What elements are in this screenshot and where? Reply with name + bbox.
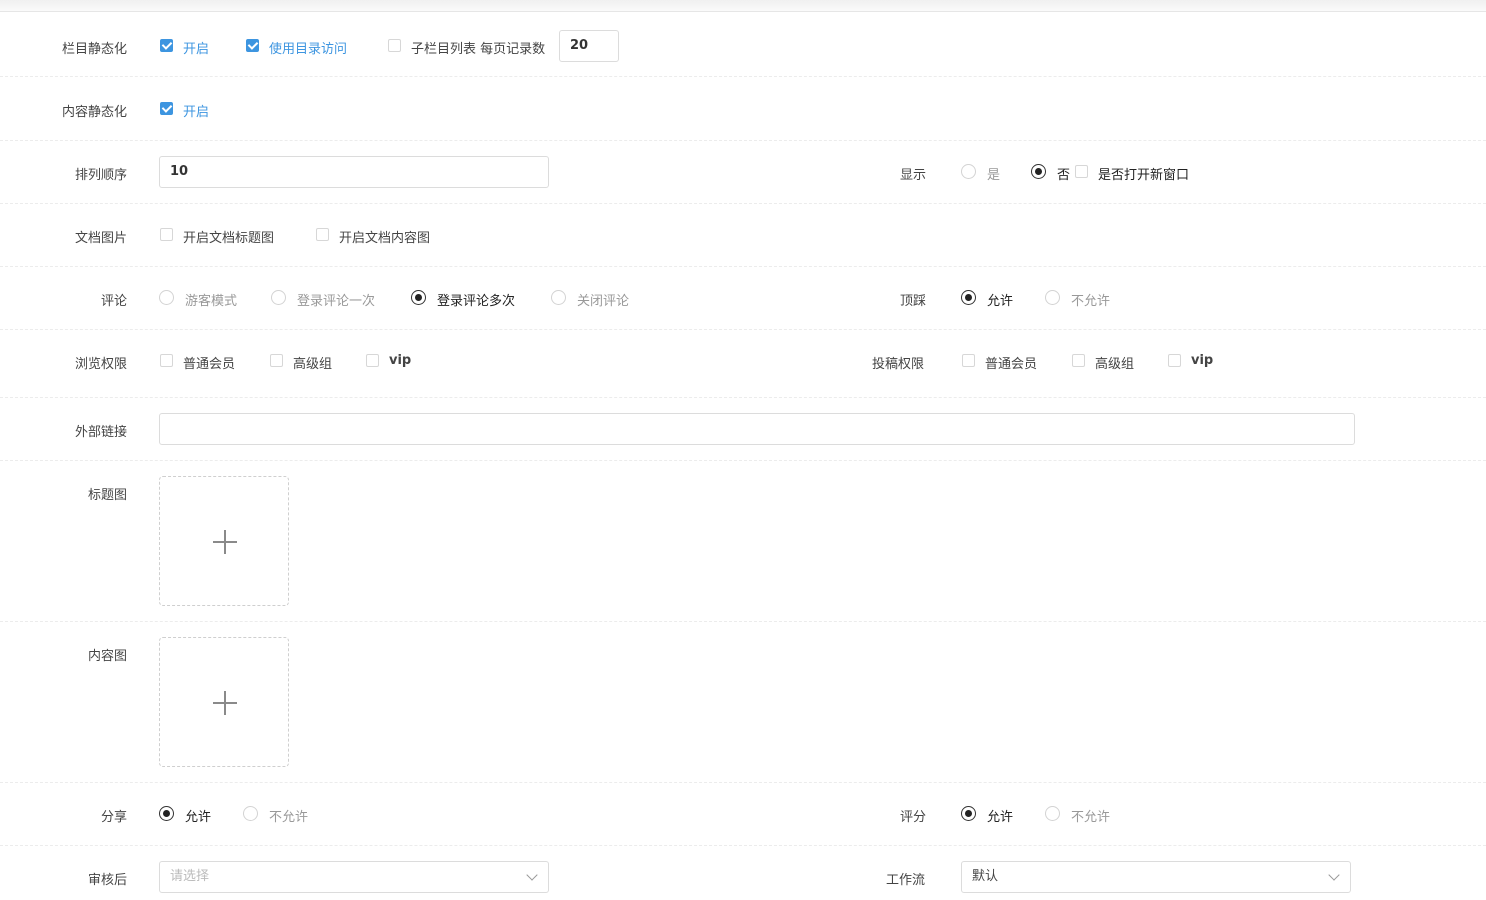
display-label: 显示 [900,168,927,183]
comment-once-label[interactable]: 登录评论一次 [297,290,375,309]
vote-allow-label[interactable]: 允许 [987,290,1013,309]
submit-senior-label[interactable]: 高级组 [1095,353,1134,372]
display-yes-radio[interactable] [961,164,976,179]
comment-multi-label[interactable]: 登录评论多次 [437,290,515,309]
plus-icon [213,530,237,554]
submit-normal-label[interactable]: 普通会员 [985,353,1037,372]
share-label: 分享 [100,810,127,825]
vote-deny-label[interactable]: 不允许 [1071,290,1110,309]
vote-deny-radio[interactable] [1045,290,1060,305]
content-static-open-label[interactable]: 开启 [183,101,209,120]
share-allow-label[interactable]: 允许 [185,806,211,825]
browse-vip-label[interactable]: vip [389,353,411,368]
doc-title-image-checkbox[interactable] [160,228,173,241]
share-deny-label[interactable]: 不允许 [269,806,308,825]
chevron-down-icon [1328,869,1340,881]
title-pic-upload[interactable] [159,476,289,606]
submit-senior-checkbox[interactable] [1072,354,1085,367]
sort-order-input[interactable]: 10 [159,156,549,188]
title-pic-label: 标题图 [87,488,127,503]
share-deny-radio[interactable] [243,806,258,821]
after-review-label: 审核后 [87,873,127,888]
row-sort-display: 排列顺序 10 显示 是 否 是否打开新窗口 [0,141,1486,204]
row-content-static: 内容静态化 开启 [0,77,1486,141]
row-external-link: 外部链接 [0,398,1486,461]
content-static-label: 内容静态化 [61,105,127,120]
workflow-label: 工作流 [886,873,926,888]
row-share-rating: 分享 允许 不允许 评分 允许 不允许 [0,783,1486,846]
browse-vip-checkbox[interactable] [366,354,379,367]
submit-vip-checkbox[interactable] [1168,354,1181,367]
browse-senior-checkbox[interactable] [270,354,283,367]
new-window-label[interactable]: 是否打开新窗口 [1098,164,1189,183]
rating-deny-label[interactable]: 不允许 [1071,806,1110,825]
display-yes-label[interactable]: 是 [987,164,1000,183]
rating-allow-radio[interactable] [961,806,976,821]
plus-icon [213,691,237,715]
rating-allow-label[interactable]: 允许 [987,806,1013,825]
rating-deny-radio[interactable] [1045,806,1060,821]
submit-vip-label[interactable]: vip [1191,353,1213,368]
row-title-pic: 标题图 [0,461,1486,622]
per-page-input[interactable]: 20 [559,30,619,62]
row-column-static: 栏目静态化 开启 使用目录访问 子栏目列表 每页记录数 20 [0,13,1486,77]
browse-normal-label[interactable]: 普通会员 [183,353,235,372]
comment-closed-label[interactable]: 关闭评论 [577,290,629,309]
doc-content-image-checkbox[interactable] [316,228,329,241]
after-review-select[interactable]: 请选择 [159,861,549,893]
display-no-label[interactable]: 否 [1057,164,1070,183]
workflow-value: 默认 [972,869,999,884]
row-permissions: 浏览权限 普通会员 高级组 vip 投稿权限 普通会员 高级组 vip [0,330,1486,398]
submit-normal-checkbox[interactable] [962,354,975,367]
sub-list-checkbox[interactable] [388,39,401,52]
top-shadow-bar [0,0,1486,12]
comment-closed-radio[interactable] [551,290,566,305]
submit-perm-label: 投稿权限 [872,357,925,372]
row-comment-vote: 评论 游客模式 登录评论一次 登录评论多次 关闭评论 顶踩 允许 不允许 [0,267,1486,330]
share-allow-radio[interactable] [159,806,174,821]
column-static-open-checkbox[interactable] [160,39,173,52]
rating-label: 评分 [900,810,927,825]
dir-access-label[interactable]: 使用目录访问 [269,38,347,57]
row-doc-image: 文档图片 开启文档标题图 开启文档内容图 [0,204,1486,267]
sub-list-label[interactable]: 子栏目列表 每页记录数 [411,38,545,57]
comment-guest-label[interactable]: 游客模式 [185,290,237,309]
browse-senior-label[interactable]: 高级组 [293,353,332,372]
row-review-workflow: 审核后 请选择 工作流 默认 [0,846,1486,900]
after-review-placeholder: 请选择 [170,869,210,884]
column-static-label: 栏目静态化 [61,42,127,57]
comment-label: 评论 [100,294,127,309]
sort-order-label: 排列顺序 [74,168,127,183]
comment-guest-radio[interactable] [159,290,174,305]
vote-label: 顶踩 [900,294,927,309]
doc-title-image-label[interactable]: 开启文档标题图 [183,227,274,246]
content-static-open-checkbox[interactable] [160,102,173,115]
content-pic-upload[interactable] [159,637,289,767]
browse-perm-label: 浏览权限 [74,357,127,372]
column-static-open-label[interactable]: 开启 [183,38,209,57]
chevron-down-icon [526,869,538,881]
workflow-select[interactable]: 默认 [961,861,1351,893]
doc-image-label: 文档图片 [74,231,127,246]
comment-multi-radio[interactable] [411,290,426,305]
vote-allow-radio[interactable] [961,290,976,305]
content-pic-label: 内容图 [87,649,127,664]
new-window-checkbox[interactable] [1075,165,1088,178]
display-no-radio[interactable] [1031,164,1046,179]
row-content-pic: 内容图 [0,622,1486,783]
external-link-label: 外部链接 [74,425,127,440]
doc-content-image-label[interactable]: 开启文档内容图 [339,227,430,246]
dir-access-checkbox[interactable] [246,39,259,52]
comment-once-radio[interactable] [271,290,286,305]
browse-normal-checkbox[interactable] [160,354,173,367]
external-link-input[interactable] [159,413,1355,445]
